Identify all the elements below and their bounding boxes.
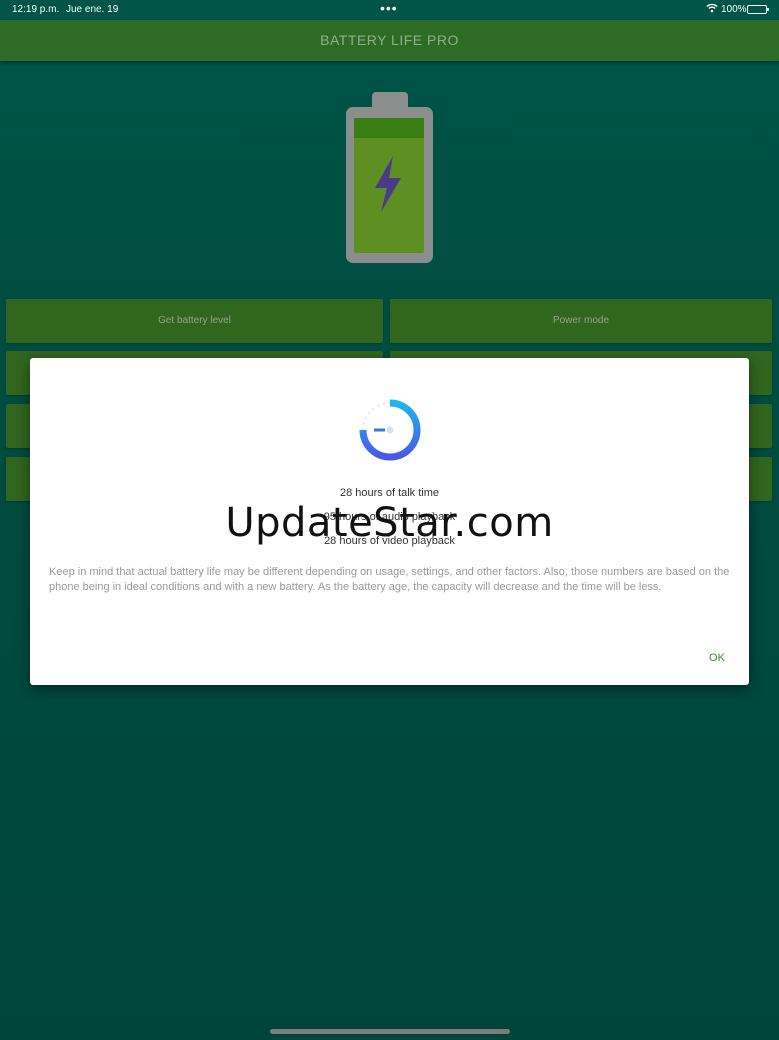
talk-time-text: 28 hours of talk time [339,487,440,499]
home-indicator[interactable] [270,1029,510,1034]
power-mode-button[interactable]: Power mode [390,299,772,343]
get-battery-level-button[interactable]: Get battery level [6,299,383,343]
status-bar: 12:19 p.m. Jue ene. 19 ••• 100% [0,0,779,20]
battery-charging-icon [343,90,435,265]
ok-button[interactable]: OK [702,652,732,664]
battery-percent: 100% [721,4,747,15]
status-battery-icon [747,5,769,14]
multitasking-dots-icon[interactable]: ••• [380,0,398,16]
status-date: Jue ene. 19 [66,4,119,15]
loading-spinner-icon [357,397,423,463]
wifi-icon [706,3,718,16]
app-bar: BATTERY LIFE PRO [0,20,779,61]
status-time: 12:19 p.m. [12,4,60,15]
app-title: BATTERY LIFE PRO [320,32,459,48]
watermark: UpdateStar.com [225,500,554,546]
disclaimer-text: Keep in mind that actual battery life ma… [49,566,730,593]
